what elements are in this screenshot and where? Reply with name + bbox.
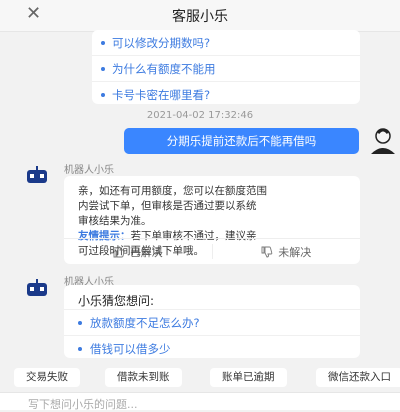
faq-question[interactable]: 为什么有额度不能用	[92, 56, 360, 82]
quick-reply-chip[interactable]: 微信还款入口	[316, 368, 400, 387]
bullet-icon	[101, 93, 105, 97]
faq-question[interactable]: 可以修改分期数吗?	[92, 30, 360, 56]
answer-line: 内尝试下单，但审核是否通过要以系统	[78, 200, 257, 212]
bullet-icon	[101, 41, 105, 45]
guess-question-text: 放款额度不足怎么办?	[90, 316, 200, 330]
solved-button[interactable]: 已解决	[64, 239, 212, 264]
solved-label: 已解决	[129, 245, 163, 259]
thumbs-up-icon	[113, 246, 125, 257]
thumbs-down-icon	[261, 246, 273, 257]
bot-avatar	[27, 279, 47, 296]
guess-title: 小乐猜您想问:	[78, 294, 155, 308]
quick-reply-chip[interactable]: 借款未到账	[105, 368, 182, 387]
answer-line: 审核结果为准。	[78, 215, 152, 227]
faq-question-text: 为什么有额度不能用	[112, 62, 216, 76]
message-timestamp: 2021-04-02 17:32:46	[146, 110, 254, 121]
faq-card: 可以修改分期数吗? 为什么有额度不能用 卡号卡密在哪里看?	[92, 30, 360, 104]
faq-question-text: 可以修改分期数吗?	[112, 36, 211, 50]
header-bar: ✕ 客服小乐	[0, 0, 400, 32]
faq-question[interactable]: 卡号卡密在哪里看?	[92, 82, 360, 108]
bot-avatar	[27, 166, 47, 183]
unsolved-label: 未解决	[278, 245, 312, 259]
quick-reply-chip[interactable]: 账单已逾期	[210, 368, 287, 387]
bullet-icon	[78, 321, 82, 325]
bullet-icon	[78, 347, 82, 351]
user-avatar	[371, 128, 395, 154]
message-input[interactable]: 写下想问小乐的问题...	[0, 392, 400, 411]
guess-question[interactable]: 放款额度不足怎么办?	[64, 309, 360, 335]
bot-answer-card: 亲，如还有可用额度，您可以在额度范围 内尝试下单，但审核是否通过要以系统 审核结…	[64, 176, 360, 264]
faq-question-text: 卡号卡密在哪里看?	[112, 88, 211, 102]
guess-card: 小乐猜您想问: 放款额度不足怎么办? 借钱可以借多少	[64, 285, 360, 358]
user-message-bubble: 分期乐提前还款后不能再借吗	[124, 128, 359, 154]
guess-question-text: 借钱可以借多少	[90, 342, 171, 356]
quick-reply-chip[interactable]: 交易失败	[14, 368, 80, 387]
unsolved-button[interactable]: 未解决	[213, 239, 361, 264]
answer-line: 亲，如还有可用额度，您可以在额度范围	[78, 185, 267, 197]
feedback-bar: 已解决 未解决	[64, 238, 360, 264]
bot-name: 机器人小乐	[64, 165, 114, 176]
quick-reply-bar: 交易失败 借款未到账 账单已逾期 微信还款入口	[0, 364, 400, 390]
guess-question[interactable]: 借钱可以借多少	[64, 335, 360, 361]
bullet-icon	[101, 67, 105, 71]
page-title: 客服小乐	[172, 9, 228, 25]
